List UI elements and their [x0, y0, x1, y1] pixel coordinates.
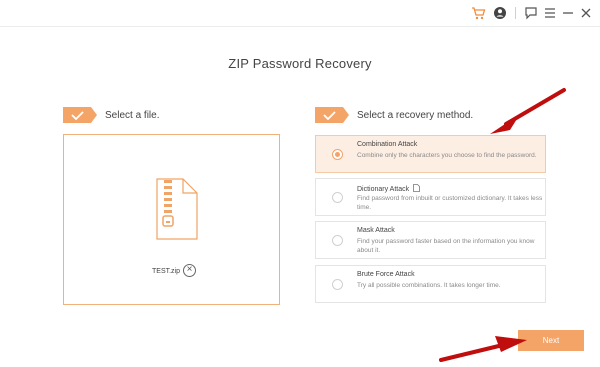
file-drop-area[interactable]: TEST.zip × [63, 134, 280, 305]
annotation-arrow-icon [490, 88, 566, 134]
annotation-arrow-icon [439, 336, 527, 362]
method-description: Try all possible combinations. It takes … [357, 282, 501, 289]
radio-button[interactable] [332, 235, 343, 246]
title-bar-separator [515, 7, 516, 19]
radio-button[interactable] [332, 149, 343, 160]
method-title: Combination Attack [357, 141, 418, 148]
account-icon[interactable] [492, 5, 508, 21]
next-button[interactable]: Next [518, 330, 584, 351]
radio-button[interactable] [332, 192, 343, 203]
method-description: Find password from inbuilt or customized… [357, 195, 543, 211]
method-description: Combine only the characters you choose t… [357, 152, 537, 159]
cart-icon[interactable] [470, 5, 486, 21]
method-combination-attack[interactable]: Combination Attack Combine only the char… [315, 135, 546, 173]
app-title: ZIP Password Recovery [228, 56, 372, 71]
method-title: Dictionary Attack [357, 186, 410, 193]
select-file-label: Select a file. [105, 110, 160, 121]
method-mask-attack[interactable]: Mask Attack Find your password faster ba… [315, 221, 546, 259]
zip-file-icon [156, 178, 198, 240]
file-name: TEST.zip [152, 268, 181, 275]
method-title: Brute Force Attack [357, 271, 415, 278]
checkmark-badge-icon [63, 107, 97, 123]
select-method-label: Select a recovery method. [357, 110, 474, 121]
title-bar [0, 0, 600, 27]
method-title: Mask Attack [357, 227, 395, 234]
remove-file-button[interactable]: × [183, 264, 196, 277]
checkmark-badge-icon [315, 107, 349, 123]
method-dictionary-attack[interactable]: Dictionary Attack Find password from inb… [315, 178, 546, 216]
close-icon[interactable] [578, 5, 594, 21]
document-icon[interactable] [413, 184, 421, 192]
method-brute-force-attack[interactable]: Brute Force Attack Try all possible comb… [315, 265, 546, 303]
method-description: Find your password faster based on the i… [357, 238, 535, 254]
feedback-icon[interactable] [523, 5, 539, 21]
radio-button[interactable] [332, 279, 343, 290]
minimize-icon[interactable] [560, 5, 576, 21]
menu-icon[interactable] [542, 5, 558, 21]
